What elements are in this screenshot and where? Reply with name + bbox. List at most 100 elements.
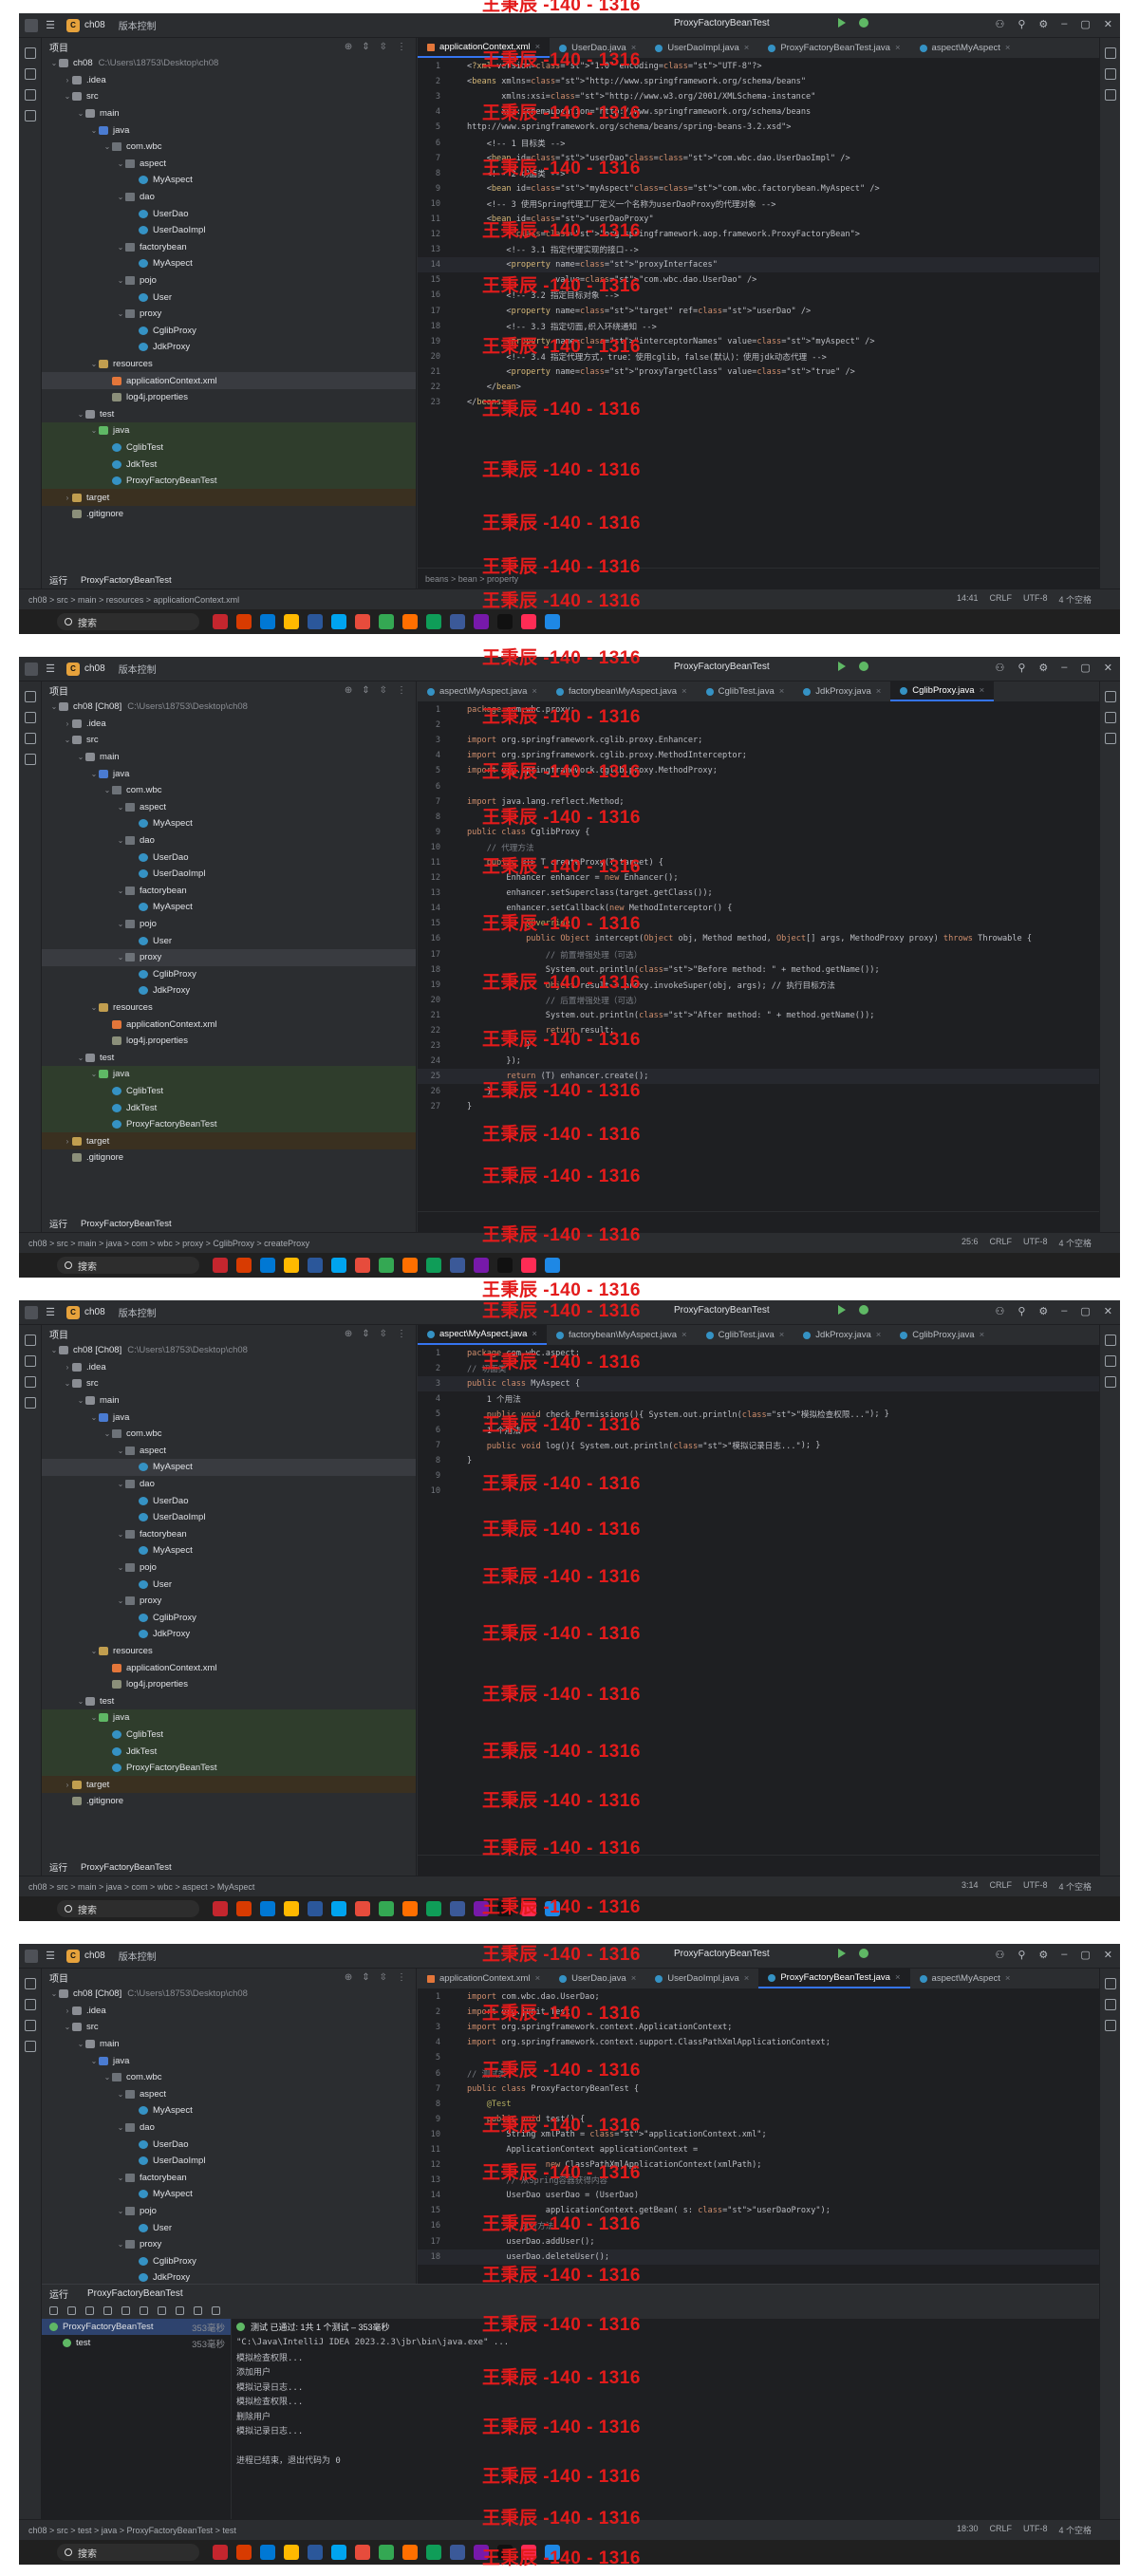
editor-tab[interactable]: UserDaoImpl.java × [645,1969,758,1988]
tree-node[interactable]: › target [42,1132,416,1150]
chevron-down-icon[interactable]: ⌄ [76,410,85,419]
locate-icon[interactable]: ⊕ [345,685,352,696]
debug-icon[interactable] [859,662,868,671]
run-config-tab[interactable]: ProxyFactoryBeanTest [81,1219,172,1229]
tree-node[interactable]: ⌄ java [42,2052,416,2069]
collapse-icon[interactable]: ⇳ [380,42,387,52]
run-tab[interactable]: 运行 [49,573,67,587]
chevron-down-icon[interactable]: ⌄ [116,309,125,318]
search-icon[interactable]: ⚲ [1018,18,1025,30]
run-icon[interactable] [838,18,846,28]
tree-node[interactable]: ⌄ com.wbc [42,782,416,799]
taskbar-app-icon[interactable] [331,614,346,629]
tree-node[interactable]: ⌄ aspect [42,156,416,173]
run-tool-icon[interactable] [85,2305,94,2315]
taskbar-app-icon[interactable] [545,614,560,629]
tree-node[interactable]: ⌄ pojo [42,1559,416,1577]
chevron-down-icon[interactable]: ⌄ [49,59,59,67]
taskbar-app-icon[interactable] [213,1901,228,1916]
locate-icon[interactable]: ⊕ [345,42,352,52]
tree-node[interactable]: ⌄ java [42,422,416,439]
tree-node[interactable]: › .idea [42,1359,416,1376]
tree-node[interactable]: CglibTest [42,1082,416,1100]
editor-tab[interactable]: factorybean\MyAspect.java × [547,681,697,701]
tree-node[interactable]: ⌄ factorybean [42,239,416,256]
chevron-right-icon[interactable]: › [63,494,72,502]
close-tab-icon[interactable]: × [895,43,901,53]
chevron-down-icon[interactable]: ⌄ [116,243,125,252]
maximize-icon[interactable]: ▢ [1080,18,1090,30]
taskbar-app-icon[interactable] [236,2545,252,2560]
search-icon[interactable]: ⚲ [1018,1305,1025,1317]
tool-window-icon[interactable] [24,1397,36,1409]
chevron-down-icon[interactable]: ⌄ [89,1070,99,1078]
expand-icon[interactable]: ⇕ [362,42,369,52]
debug-icon[interactable] [859,18,868,28]
user-icon[interactable]: ⚇ [995,1949,1004,1961]
close-tab-icon[interactable]: × [779,686,785,697]
tree-node[interactable]: ⌄ factorybean [42,1526,416,1543]
project-name[interactable]: ch08 [84,1307,105,1317]
collapse-icon[interactable]: ⇳ [380,685,387,696]
minimize-icon[interactable]: – [1061,18,1067,30]
close-tab-icon[interactable]: × [682,1330,687,1340]
chevron-down-icon[interactable]: ⌄ [116,1480,125,1488]
taskbar-app-icon[interactable] [450,1901,465,1916]
taskbar-app-icon[interactable] [379,1901,394,1916]
taskbar-app-icon[interactable] [450,1258,465,1273]
settings-icon[interactable]: ⚙ [1038,1949,1048,1961]
project-name[interactable]: ch08 [84,20,105,30]
chevron-down-icon[interactable]: ⌄ [89,126,99,135]
close-icon[interactable]: ✕ [1104,662,1112,674]
editor-tab[interactable]: CglibTest.java × [697,681,794,701]
close-tab-icon[interactable]: × [876,686,882,697]
tree-node[interactable]: › .idea [42,72,416,89]
run-icon[interactable] [838,662,846,671]
taskbar-app-icon[interactable] [331,2545,346,2560]
tree-node[interactable]: ⌄ src [42,88,416,105]
tree-node[interactable]: ⌄ aspect [42,799,416,816]
minimize-icon[interactable]: – [1061,1949,1067,1961]
taskbar-app-icon[interactable] [474,1901,489,1916]
tree-node[interactable]: ProxyFactoryBeanTest [42,1759,416,1777]
run-config-tab[interactable]: ProxyFactoryBeanTest [81,1862,172,1873]
code-area[interactable]: 1 <?xml version=class="st">"1.0" encoding… [418,59,1099,568]
editor-tab[interactable]: aspect\MyAspect × [910,1969,1020,1988]
editor-tab[interactable]: CglibTest.java × [697,1325,794,1345]
chevron-down-icon[interactable]: ⌄ [49,1989,59,1998]
tree-node[interactable]: JdkTest [42,456,416,473]
taskbar-app-icon[interactable] [355,1901,370,1916]
code-area[interactable]: 1 package com.wbc.aspect; 2 // 切面类 3 public c… [418,1346,1099,1855]
console-output[interactable]: 测试 已通过: 1共 1 个测试 – 353毫秒 "C:\Java\Intelli… [236,2319,1090,2519]
tree-node[interactable]: ⌄ com.wbc [42,1426,416,1443]
tree-node[interactable]: ⌄ java [42,765,416,782]
taskbar-app-icon[interactable] [545,1258,560,1273]
close-tab-icon[interactable]: × [744,1973,750,1984]
more-icon[interactable]: ⋮ [397,42,406,52]
editor-tab[interactable]: aspect\MyAspect × [910,38,1020,58]
chevron-down-icon[interactable]: ⌄ [103,142,112,151]
chevron-down-icon[interactable]: ⌄ [103,1429,112,1438]
taskbar-app-icon[interactable] [213,2545,228,2560]
project-name[interactable]: ch08 [84,663,105,674]
settings-icon[interactable]: ⚙ [1038,1305,1048,1317]
taskbar-app-icon[interactable] [308,1901,323,1916]
tree-node[interactable]: log4j.properties [42,389,416,406]
tree-node[interactable]: User [42,1576,416,1593]
tool-window-icon[interactable] [24,1376,36,1388]
taskbar-app-icon[interactable] [450,2545,465,2560]
chevron-down-icon[interactable]: ⌄ [89,360,99,368]
tool-window-icon[interactable] [24,754,36,765]
chevron-down-icon[interactable]: ⌄ [63,2023,72,2031]
close-tab-icon[interactable]: × [532,686,537,697]
caret-position[interactable]: 3:14 [962,1880,979,1893]
locate-icon[interactable]: ⊕ [345,1329,352,1339]
close-icon[interactable]: ✕ [1104,1305,1112,1317]
tree-node[interactable]: › .idea [42,2003,416,2020]
tool-window-icon[interactable] [24,47,36,59]
tree-node[interactable]: MyAspect [42,255,416,272]
run-panel-config[interactable]: ProxyFactoryBeanTest [87,2288,183,2299]
tree-node[interactable]: UserDaoImpl [42,222,416,239]
taskbar-app-icon[interactable] [379,614,394,629]
expand-icon[interactable]: ⇕ [362,1972,369,1983]
